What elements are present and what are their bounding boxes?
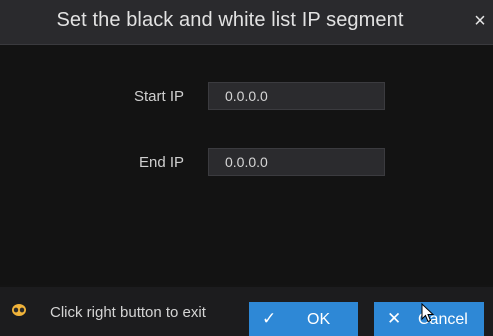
footer-bar: Click right button to exit ✓ OK ✕ Cancel xyxy=(0,287,493,336)
check-icon: ✓ xyxy=(262,309,277,328)
title-bar: Set the black and white list IP segment … xyxy=(0,0,493,45)
dialog-title: Set the black and white list IP segment xyxy=(56,9,404,31)
cancel-button[interactable]: ✕ Cancel xyxy=(374,302,484,336)
hint-text: Click right button to exit xyxy=(50,304,206,321)
start-ip-row: Start IP xyxy=(0,82,493,112)
end-ip-label: End IP xyxy=(138,154,184,171)
end-ip-row: End IP xyxy=(0,148,493,178)
cancel-x-icon: ✕ xyxy=(387,309,402,328)
mouse-icon xyxy=(12,304,26,316)
start-ip-label: Start IP xyxy=(133,88,184,105)
end-ip-input[interactable] xyxy=(208,148,385,176)
form-body: Start IP End IP xyxy=(0,45,493,285)
ip-segment-dialog: Set the black and white list IP segment … xyxy=(0,0,493,336)
close-icon[interactable]: × xyxy=(471,9,489,33)
start-ip-input[interactable] xyxy=(208,82,385,110)
ok-button-label: OK xyxy=(307,311,331,328)
cancel-button-label: Cancel xyxy=(418,311,468,328)
ok-button[interactable]: ✓ OK xyxy=(249,302,358,336)
